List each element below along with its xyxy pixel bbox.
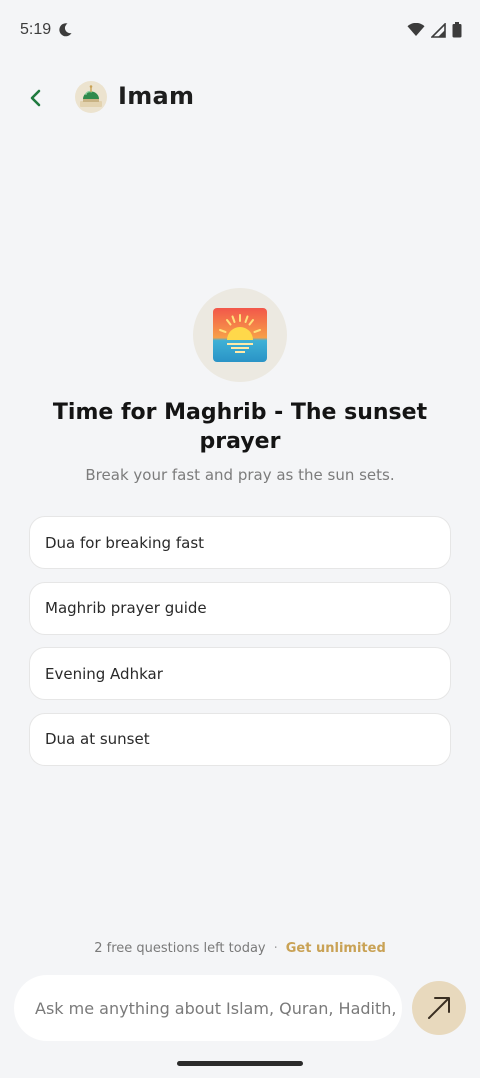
hero-icon-badge — [193, 288, 287, 382]
imam-avatar-mosque-icon — [75, 81, 107, 113]
suggestion-list: Dua for breaking fast Maghrib prayer gui… — [29, 516, 451, 778]
quota-separator: · — [273, 941, 278, 956]
home-indicator[interactable] — [177, 1061, 303, 1066]
suggestion-evening-adhkar[interactable]: Evening Adhkar — [29, 647, 451, 700]
chat-header: Imam — [0, 70, 480, 124]
system-icons — [407, 22, 462, 38]
suggestion-maghrib-prayer-guide[interactable]: Maghrib prayer guide — [29, 581, 451, 635]
battery-icon — [452, 22, 462, 38]
message-composer — [14, 975, 402, 1041]
wifi-icon — [407, 23, 425, 36]
suggestion-dua-breaking-fast[interactable]: Dua for breaking fast — [29, 516, 451, 569]
cellular-signal-icon — [431, 22, 446, 38]
arrow-up-right-icon — [428, 997, 450, 1019]
free-quota-bar: 2 free questions left today · Get unlimite… — [0, 941, 480, 956]
status-bar: 5:19 — [0, 0, 480, 62]
suggestion-dua-at-sunset[interactable]: Dua at sunset — [29, 712, 451, 766]
hero-headline: Time for Maghrib - The sunset prayer — [52, 400, 428, 454]
chevron-left-icon — [30, 89, 41, 107]
hero-subtitle: Break your fast and pray as the sun sets… — [85, 466, 395, 484]
page-title: Imam — [118, 82, 195, 110]
get-unlimited-link[interactable]: Get unlimited — [286, 941, 386, 956]
send-button[interactable] — [412, 981, 466, 1035]
sunset-icon — [213, 308, 267, 362]
status-time: 5:19 — [20, 21, 52, 38]
back-button[interactable] — [22, 84, 50, 112]
message-input[interactable] — [33, 997, 402, 1019]
free-questions-text: 2 free questions left today — [94, 941, 266, 956]
do-not-disturb-moon-icon — [59, 23, 72, 37]
